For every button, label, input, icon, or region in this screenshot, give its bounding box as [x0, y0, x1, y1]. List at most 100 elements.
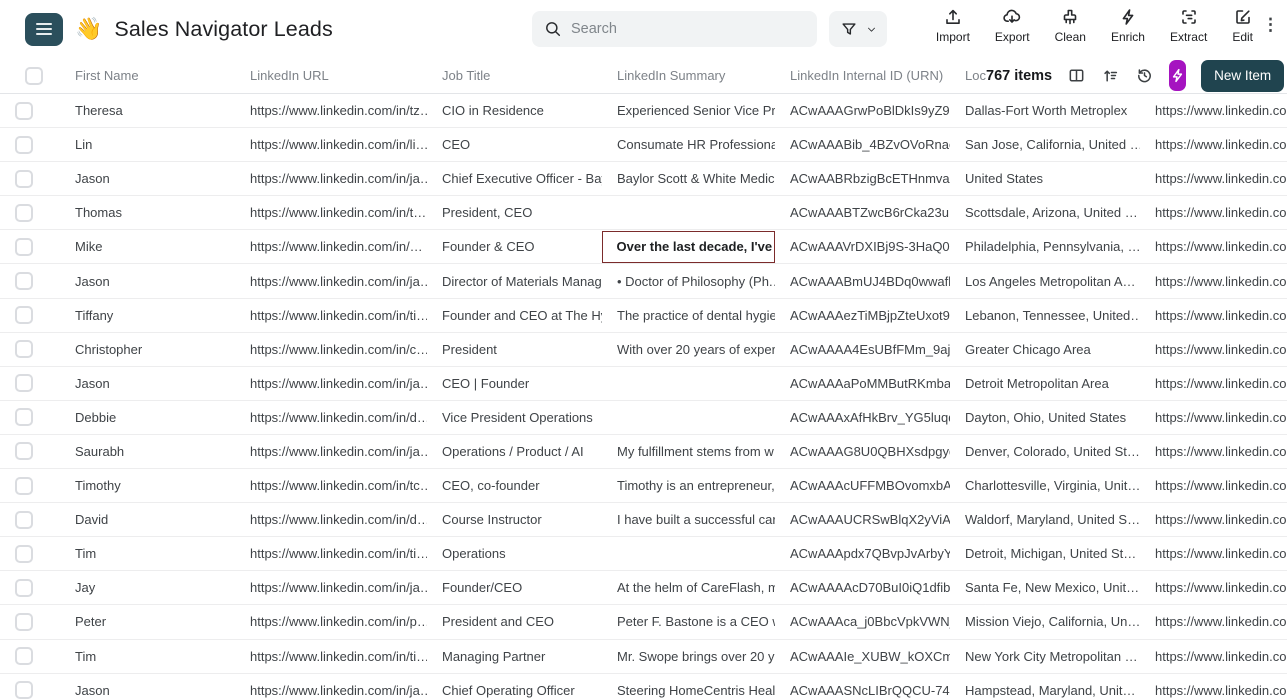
cell-location[interactable]: Philadelphia, Pennsylvania, …: [950, 230, 1140, 263]
cell-location[interactable]: New York City Metropolitan …: [950, 640, 1140, 673]
search-box[interactable]: [532, 11, 817, 47]
cell-linkedin-url[interactable]: https://www.linkedin.com/in/p…: [235, 605, 427, 638]
cell-profile-link[interactable]: https://www.linkedin.com/s: [1140, 605, 1287, 638]
row-checkbox[interactable]: [15, 170, 33, 188]
cell-location[interactable]: San Jose, California, United …: [950, 128, 1140, 161]
cell-profile-link[interactable]: https://www.linkedin.com/s: [1140, 401, 1287, 434]
cell-job-title[interactable]: Vice President Operations: [427, 401, 602, 434]
cell-linkedin-summary[interactable]: The practice of dental hygie…: [602, 299, 775, 332]
cell-urn[interactable]: ACwAAAcUFFMBOvomxbA…: [775, 469, 950, 502]
row-checkbox[interactable]: [15, 477, 33, 495]
cell-first-name[interactable]: Thomas: [60, 196, 235, 229]
row-checkbox[interactable]: [15, 647, 33, 665]
cell-first-name[interactable]: Saurabh: [60, 435, 235, 468]
select-all-checkbox[interactable]: [25, 67, 43, 85]
header-linkedin-summary[interactable]: LinkedIn Summary: [602, 68, 775, 83]
cell-first-name[interactable]: Jason: [60, 162, 235, 195]
cell-first-name[interactable]: Christopher: [60, 333, 235, 366]
cell-linkedin-url[interactable]: https://www.linkedin.com/in/ja…: [235, 674, 427, 700]
new-item-button[interactable]: New Item: [1201, 60, 1284, 92]
cell-profile-link[interactable]: https://www.linkedin.com/s: [1140, 128, 1287, 161]
row-checkbox[interactable]: [15, 272, 33, 290]
cell-first-name[interactable]: Tiffany: [60, 299, 235, 332]
cell-linkedin-summary[interactable]: Peter F. Bastone is a CEO w…: [602, 605, 775, 638]
enrich-button[interactable]: Enrich: [1111, 7, 1145, 44]
cell-urn[interactable]: ACwAAApdx7QBvpJvArbyY…: [775, 537, 950, 570]
cell-urn[interactable]: ACwAAAezTiMBjpZteUxot9…: [775, 299, 950, 332]
cell-urn[interactable]: ACwAAAVrDXIBj9S-3HaQ0Y…: [775, 230, 950, 263]
cell-location[interactable]: Waldorf, Maryland, United S…: [950, 503, 1140, 536]
cell-job-title[interactable]: Operations: [427, 537, 602, 570]
row-checkbox[interactable]: [15, 340, 33, 358]
cell-linkedin-url[interactable]: https://www.linkedin.com/in/tz…: [235, 94, 427, 127]
cell-linkedin-summary[interactable]: Over the last decade, I've de…: [602, 231, 775, 263]
cell-urn[interactable]: ACwAAAIe_XUBW_kOXCm9…: [775, 640, 950, 673]
cell-linkedin-url[interactable]: https://www.linkedin.com/in/ti…: [235, 299, 427, 332]
cell-linkedin-url[interactable]: https://www.linkedin.com/in/d…: [235, 401, 427, 434]
cell-first-name[interactable]: David: [60, 503, 235, 536]
cell-linkedin-summary[interactable]: [602, 367, 775, 400]
cell-first-name[interactable]: Timothy: [60, 469, 235, 502]
cell-location[interactable]: Denver, Colorado, United St…: [950, 435, 1140, 468]
row-checkbox[interactable]: [15, 579, 33, 597]
row-checkbox[interactable]: [15, 545, 33, 563]
row-checkbox[interactable]: [15, 613, 33, 631]
clean-button[interactable]: Clean: [1055, 7, 1086, 44]
cell-urn[interactable]: ACwAAABib_4BZvOVoRnac…: [775, 128, 950, 161]
row-checkbox[interactable]: [15, 306, 33, 324]
header-first-name[interactable]: First Name: [60, 68, 235, 83]
cell-location[interactable]: United States: [950, 162, 1140, 195]
row-checkbox[interactable]: [15, 442, 33, 460]
cell-first-name[interactable]: Theresa: [60, 94, 235, 127]
header-job-title[interactable]: Job Title: [427, 68, 602, 83]
cell-job-title[interactable]: Director of Materials Manag…: [427, 264, 602, 297]
cell-linkedin-summary[interactable]: At the helm of CareFlash, m…: [602, 571, 775, 604]
header-linkedin-url[interactable]: LinkedIn URL: [235, 68, 427, 83]
cell-urn[interactable]: ACwAAAA4EsUBfFMm_9aj…: [775, 333, 950, 366]
cell-linkedin-summary[interactable]: Consumate HR Professiona…: [602, 128, 775, 161]
cell-location[interactable]: Detroit, Michigan, United St…: [950, 537, 1140, 570]
cell-linkedin-url[interactable]: https://www.linkedin.com/in/ja…: [235, 571, 427, 604]
cell-first-name[interactable]: Tim: [60, 537, 235, 570]
cell-location[interactable]: Santa Fe, New Mexico, Unit…: [950, 571, 1140, 604]
cell-profile-link[interactable]: https://www.linkedin.com/s: [1140, 196, 1287, 229]
cell-urn[interactable]: ACwAAABTZwcB6rCka23u…: [775, 196, 950, 229]
cell-location[interactable]: Lebanon, Tennessee, United…: [950, 299, 1140, 332]
cell-first-name[interactable]: Jay: [60, 571, 235, 604]
cell-linkedin-summary[interactable]: Steering HomeCentris Healt…: [602, 674, 775, 700]
automation-flash-button[interactable]: [1169, 60, 1186, 91]
cell-profile-link[interactable]: https://www.linkedin.com/s: [1140, 640, 1287, 673]
cell-linkedin-summary[interactable]: Mr. Swope brings over 20 ye…: [602, 640, 775, 673]
cell-profile-link[interactable]: https://www.linkedin.com/s: [1140, 264, 1287, 297]
cell-job-title[interactable]: CEO | Founder: [427, 367, 602, 400]
cell-job-title[interactable]: President and CEO: [427, 605, 602, 638]
cell-linkedin-url[interactable]: https://www.linkedin.com/in/tc…: [235, 469, 427, 502]
cell-location[interactable]: Dallas-Fort Worth Metroplex: [950, 94, 1140, 127]
cell-job-title[interactable]: President: [427, 333, 602, 366]
cell-location[interactable]: Hampstead, Maryland, Unit…: [950, 674, 1140, 700]
cell-linkedin-summary[interactable]: [602, 401, 775, 434]
cell-linkedin-url[interactable]: https://www.linkedin.com/in/c…: [235, 333, 427, 366]
cell-profile-link[interactable]: https://www.linkedin.com/s: [1140, 230, 1287, 263]
cell-urn[interactable]: ACwAAAG8U0QBHXsdpgyd…: [775, 435, 950, 468]
row-checkbox[interactable]: [15, 102, 33, 120]
cell-linkedin-url[interactable]: https://www.linkedin.com/in/ti…: [235, 537, 427, 570]
history-button[interactable]: [1135, 63, 1154, 89]
cell-linkedin-url[interactable]: https://www.linkedin.com/in/ja…: [235, 162, 427, 195]
cell-job-title[interactable]: CEO: [427, 128, 602, 161]
cell-urn[interactable]: ACwAAAGrwPoBlDkIs9yZ9…: [775, 94, 950, 127]
row-checkbox[interactable]: [15, 204, 33, 222]
cell-job-title[interactable]: CEO, co-founder: [427, 469, 602, 502]
cell-linkedin-summary[interactable]: [602, 196, 775, 229]
cell-job-title[interactable]: President, CEO: [427, 196, 602, 229]
cell-job-title[interactable]: Founder/CEO: [427, 571, 602, 604]
search-input[interactable]: [571, 21, 805, 37]
cell-profile-link[interactable]: https://www.linkedin.com/s: [1140, 435, 1287, 468]
cell-urn[interactable]: ACwAAAUCRSwBlqX2yViAa…: [775, 503, 950, 536]
filter-button[interactable]: [829, 11, 887, 47]
export-button[interactable]: Export: [995, 7, 1030, 44]
cell-urn[interactable]: ACwAAABmUJ4BDq0wwafl…: [775, 264, 950, 297]
sort-button[interactable]: [1101, 63, 1120, 89]
cell-linkedin-summary[interactable]: [602, 537, 775, 570]
cell-job-title[interactable]: Founder & CEO: [427, 230, 602, 263]
